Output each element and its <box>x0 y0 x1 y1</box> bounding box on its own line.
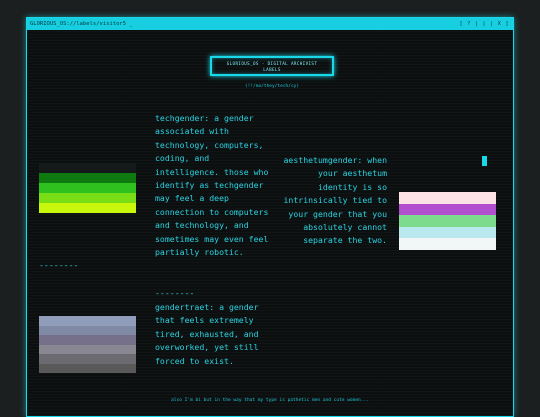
window-controls[interactable]: [ ? | | | X ] <box>459 18 509 30</box>
left-divider: -------- <box>39 260 79 270</box>
aesthetumgender-flag <box>399 192 496 250</box>
flag-stripe <box>399 215 496 227</box>
gendertraet-description: gendertraet: a gender that feels extreme… <box>155 302 259 366</box>
badge-subtitle: LABELS <box>263 67 281 72</box>
flag-stripe <box>39 354 136 364</box>
middle-divider: -------- <box>155 288 195 298</box>
flag-stripe <box>39 325 136 335</box>
flag-stripe <box>399 226 496 239</box>
flag-stripe <box>39 363 136 373</box>
flag-stripe <box>399 238 496 250</box>
pronouns-line: (!!/mo/they/tech/cy) <box>244 84 300 89</box>
techgender-flag <box>39 163 136 213</box>
flag-stripe <box>39 173 136 183</box>
window-path: GLORIOUS_OS://labels/visitor5 _ <box>30 21 133 27</box>
flag-stripe <box>39 193 136 203</box>
techgender-description: techgender: a gender associated with tec… <box>155 113 269 258</box>
header-badge: GLORIOUS_OS - DIGITAL ARCHIVIST LABELS <box>210 56 334 76</box>
aesthetumgender-description: aesthetumgender: when your aesthetum ide… <box>283 155 387 246</box>
title-bar: GLORIOUS_OS://labels/visitor5 _ [ ? | | … <box>27 18 513 30</box>
text-cursor <box>482 156 487 166</box>
flag-stripe <box>399 192 496 204</box>
flag-stripe <box>39 335 136 345</box>
flag-stripe <box>39 316 136 326</box>
flag-stripe <box>39 203 136 213</box>
flag-stripe <box>39 163 136 173</box>
terminal-window: GLORIOUS_OS://labels/visitor5 _ [ ? | | … <box>26 17 514 417</box>
flag-stripe <box>39 344 136 354</box>
flag-stripe <box>399 203 496 216</box>
flag-stripe <box>39 183 136 193</box>
gendertraet-flag <box>39 316 136 373</box>
footer-note: also I'm bi but in the way that my type … <box>171 398 369 403</box>
